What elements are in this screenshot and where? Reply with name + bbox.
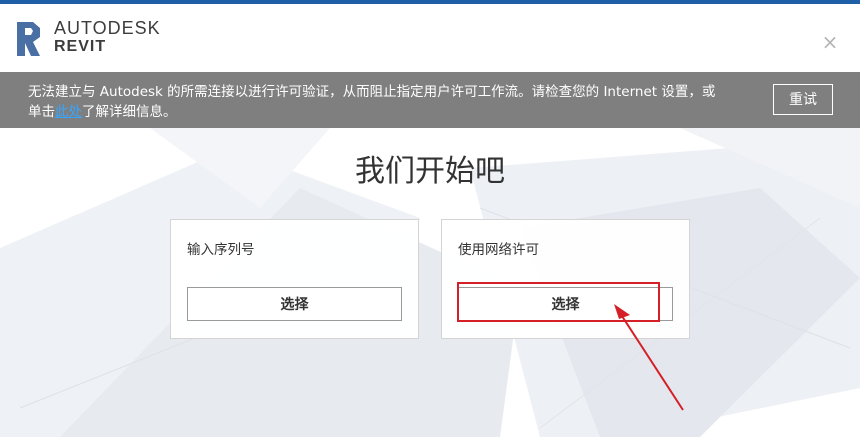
retry-button[interactable]: 重试 <box>773 84 833 115</box>
app-header: AUTODESK REVIT × <box>0 4 860 72</box>
network-license-label: 使用网络许可 <box>458 242 539 258</box>
connection-warning-banner: 无法建立与 Autodesk 的所需连接以进行许可验证，从而阻止指定用户许可工作… <box>0 72 860 128</box>
details-link[interactable]: 此处 <box>55 104 82 120</box>
serial-number-label: 输入序列号 <box>187 242 255 258</box>
revit-product-name: REVIT <box>54 38 107 55</box>
revit-r-logo-icon <box>17 22 40 56</box>
close-icon[interactable]: × <box>820 32 840 52</box>
warning-text-part2: 了解详细信息。 <box>82 104 177 120</box>
serial-number-card: 输入序列号 选择 <box>170 219 419 339</box>
page-title: 我们开始吧 <box>355 154 505 189</box>
annotation-highlight-box <box>457 282 660 322</box>
serial-number-select-button[interactable]: 选择 <box>187 287 402 321</box>
warning-message: 无法建立与 Autodesk 的所需连接以进行许可验证，从而阻止指定用户许可工作… <box>28 82 728 122</box>
autodesk-brand-text: AUTODESK <box>54 18 161 38</box>
